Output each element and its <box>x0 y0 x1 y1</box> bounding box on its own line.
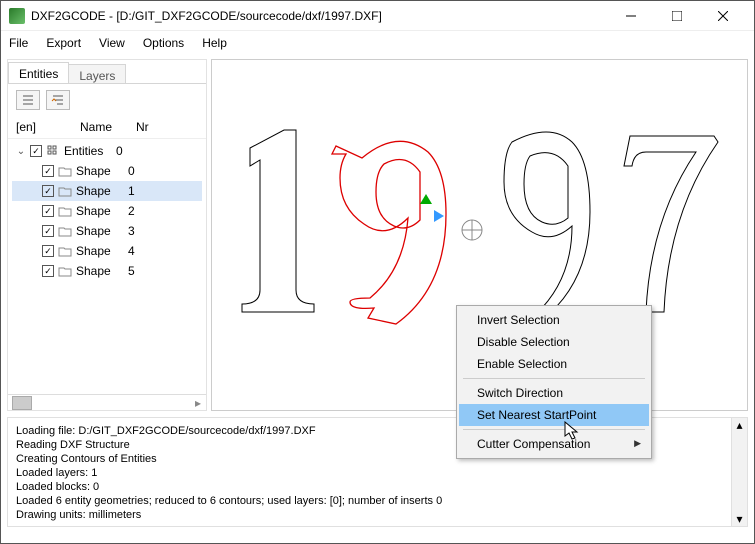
window-controls <box>608 1 746 31</box>
tab-layers[interactable]: Layers <box>68 64 126 83</box>
tree-nr: 5 <box>128 264 144 278</box>
context-menu: Invert Selection Disable Selection Enabl… <box>456 305 652 459</box>
tree-label: Shape <box>76 204 124 218</box>
maximize-button[interactable] <box>654 1 700 31</box>
horizontal-scrollbar[interactable]: ▸ <box>8 394 206 410</box>
tree-label: Shape <box>76 244 124 258</box>
menu-switch-direction[interactable]: Switch Direction <box>459 382 649 404</box>
menu-file[interactable]: File <box>9 36 28 50</box>
tree-nr: 2 <box>128 204 144 218</box>
tree-row[interactable]: ✓ Shape 3 <box>12 221 202 241</box>
tree-row-root[interactable]: ⌄ ✓ Entities 0 <box>12 141 202 161</box>
tree-nr: 0 <box>128 164 144 178</box>
tree-nr: 0 <box>116 144 132 158</box>
checkbox[interactable]: ✓ <box>42 265 54 277</box>
folder-icon <box>58 225 72 237</box>
tree-label: Shape <box>76 184 124 198</box>
folder-icon <box>58 245 72 257</box>
scroll-thumb[interactable] <box>12 396 32 410</box>
menu-cutter-compensation[interactable]: Cutter Compensation <box>459 433 649 455</box>
tree-row[interactable]: ✓ Shape 4 <box>12 241 202 261</box>
checkbox[interactable]: ✓ <box>42 245 54 257</box>
log-line: Loaded 6 entity geometries; reduced to 6… <box>16 494 739 508</box>
menu-export[interactable]: Export <box>46 36 81 50</box>
checkbox[interactable]: ✓ <box>42 225 54 237</box>
log-line: Loaded blocks: 0 <box>16 480 739 494</box>
expand-all-button[interactable] <box>46 90 70 110</box>
checkbox[interactable]: ✓ <box>42 185 54 197</box>
app-icon <box>9 8 25 24</box>
menu-view[interactable]: View <box>99 36 125 50</box>
checkbox[interactable]: ✓ <box>42 165 54 177</box>
tree-label: Shape <box>76 224 124 238</box>
menu-help[interactable]: Help <box>202 36 227 50</box>
panel-toolbar <box>8 84 206 116</box>
tree-nr: 1 <box>128 184 144 198</box>
folder-icon <box>58 185 72 197</box>
tree-nr: 4 <box>128 244 144 258</box>
folder-icon <box>58 265 72 277</box>
tree-label: Entities <box>64 144 112 158</box>
panel-tabs: Entities Layers <box>8 60 206 84</box>
entity-tree[interactable]: ⌄ ✓ Entities 0 ✓ Shape 0 ✓ Shape 1 ✓ <box>8 139 206 394</box>
tree-nr: 3 <box>128 224 144 238</box>
menu-set-nearest-startpoint[interactable]: Set Nearest StartPoint <box>459 404 649 426</box>
scroll-right-arrow[interactable]: ▸ <box>190 396 206 410</box>
header-name: Name <box>80 120 136 134</box>
log-line: Loaded layers: 1 <box>16 466 739 480</box>
tree-headers: [en] Name Nr <box>8 116 206 139</box>
tree-row[interactable]: ✓ Shape 5 <box>12 261 202 281</box>
expand-icon[interactable]: ⌄ <box>16 146 26 157</box>
tree-label: Shape <box>76 164 124 178</box>
checkbox[interactable]: ✓ <box>30 145 42 157</box>
minimize-button[interactable] <box>608 1 654 31</box>
close-button[interactable] <box>700 1 746 31</box>
entities-panel: Entities Layers [en] Name Nr ⌄ ✓ Entitie… <box>7 59 207 411</box>
menu-disable-selection[interactable]: Disable Selection <box>459 331 649 353</box>
tree-row[interactable]: ✓ Shape 0 <box>12 161 202 181</box>
collapse-all-button[interactable] <box>16 90 40 110</box>
menu-bar: File Export View Options Help <box>1 31 754 55</box>
start-arrow-green <box>420 194 432 204</box>
entities-icon <box>46 145 60 157</box>
menu-options[interactable]: Options <box>143 36 184 50</box>
tab-entities[interactable]: Entities <box>8 62 69 83</box>
log-scrollbar[interactable]: ▴▾ <box>731 418 747 526</box>
folder-icon <box>58 165 72 177</box>
title-bar: DXF2GCODE - [D:/GIT_DXF2GCODE/sourcecode… <box>1 1 754 31</box>
menu-invert-selection[interactable]: Invert Selection <box>459 309 649 331</box>
checkbox[interactable]: ✓ <box>42 205 54 217</box>
tree-label: Shape <box>76 264 124 278</box>
log-line: Drawing units: millimeters <box>16 508 739 522</box>
direction-arrow-blue <box>434 210 444 222</box>
folder-icon <box>58 205 72 217</box>
menu-enable-selection[interactable]: Enable Selection <box>459 353 649 375</box>
tree-row-selected[interactable]: ✓ Shape 1 <box>12 181 202 201</box>
header-en: [en] <box>16 120 80 134</box>
tree-row[interactable]: ✓ Shape 2 <box>12 201 202 221</box>
header-nr: Nr <box>136 120 160 134</box>
window-title: DXF2GCODE - [D:/GIT_DXF2GCODE/sourcecode… <box>31 9 608 23</box>
